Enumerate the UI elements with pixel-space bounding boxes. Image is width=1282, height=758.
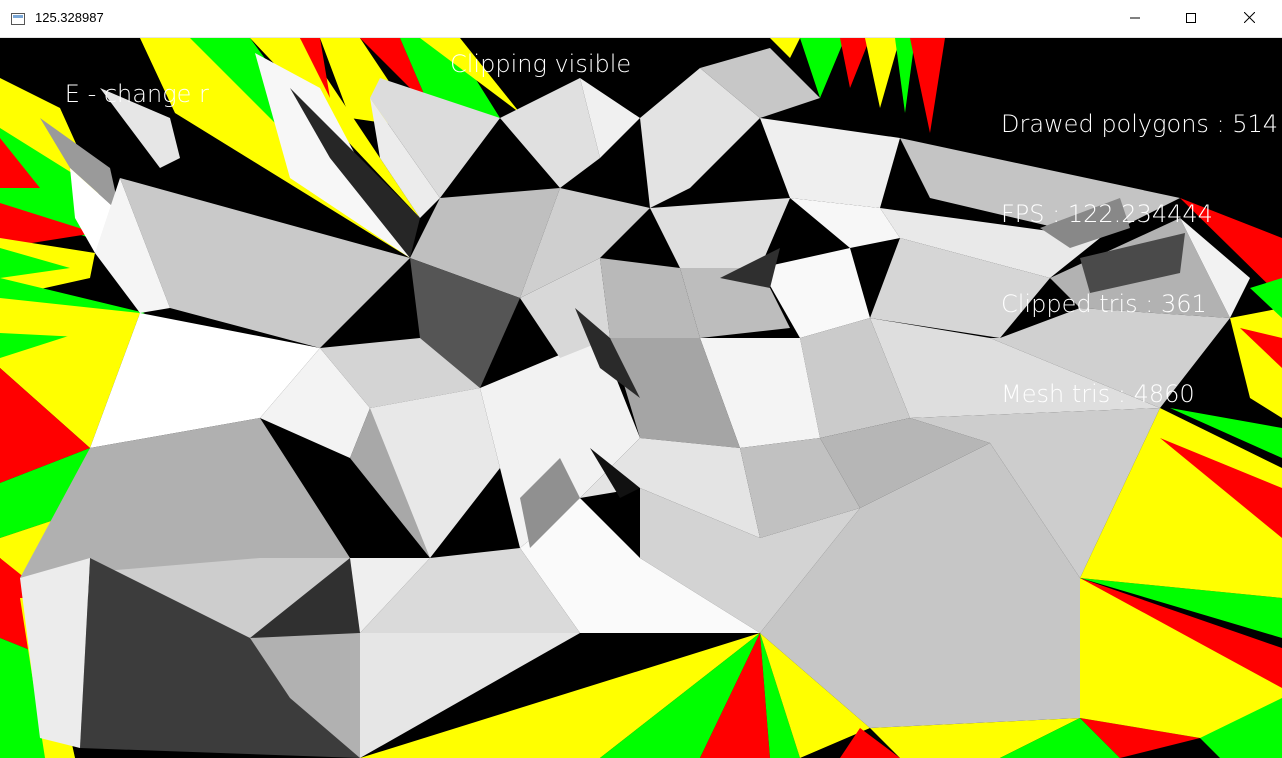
stat-fps: FPS : 122.234444	[1001, 200, 1213, 228]
maximize-button[interactable]	[1168, 0, 1214, 38]
stat-mesh-tris: Mesh tris : 4860	[1001, 380, 1195, 408]
minimize-icon	[1130, 10, 1140, 28]
hud-clipping-status: Clipping visible	[450, 50, 632, 78]
close-icon	[1243, 10, 1255, 28]
hud-help-text: E - change r Clipping visible	[19, 49, 631, 169]
hud-help-partial: E - change r	[64, 80, 209, 108]
stat-drawed-polygons: Drawed polygons : 514	[1001, 110, 1279, 138]
minimize-button[interactable]	[1112, 0, 1158, 38]
app-window: 125.328987 E - change r Clipping visible…	[0, 0, 1282, 758]
window-title: 125.328987	[35, 10, 104, 25]
hud-stats: Drawed polygons : 514 FPS : 122.234444 C…	[1001, 49, 1278, 469]
maximize-icon	[1186, 10, 1196, 28]
render-viewport[interactable]: E - change r Clipping visible Drawed pol…	[0, 38, 1282, 758]
close-button[interactable]	[1226, 0, 1272, 38]
stat-clipped-tris: Clipped tris : 361	[1001, 290, 1207, 318]
app-icon	[11, 12, 25, 25]
title-bar[interactable]: 125.328987	[0, 0, 1282, 38]
